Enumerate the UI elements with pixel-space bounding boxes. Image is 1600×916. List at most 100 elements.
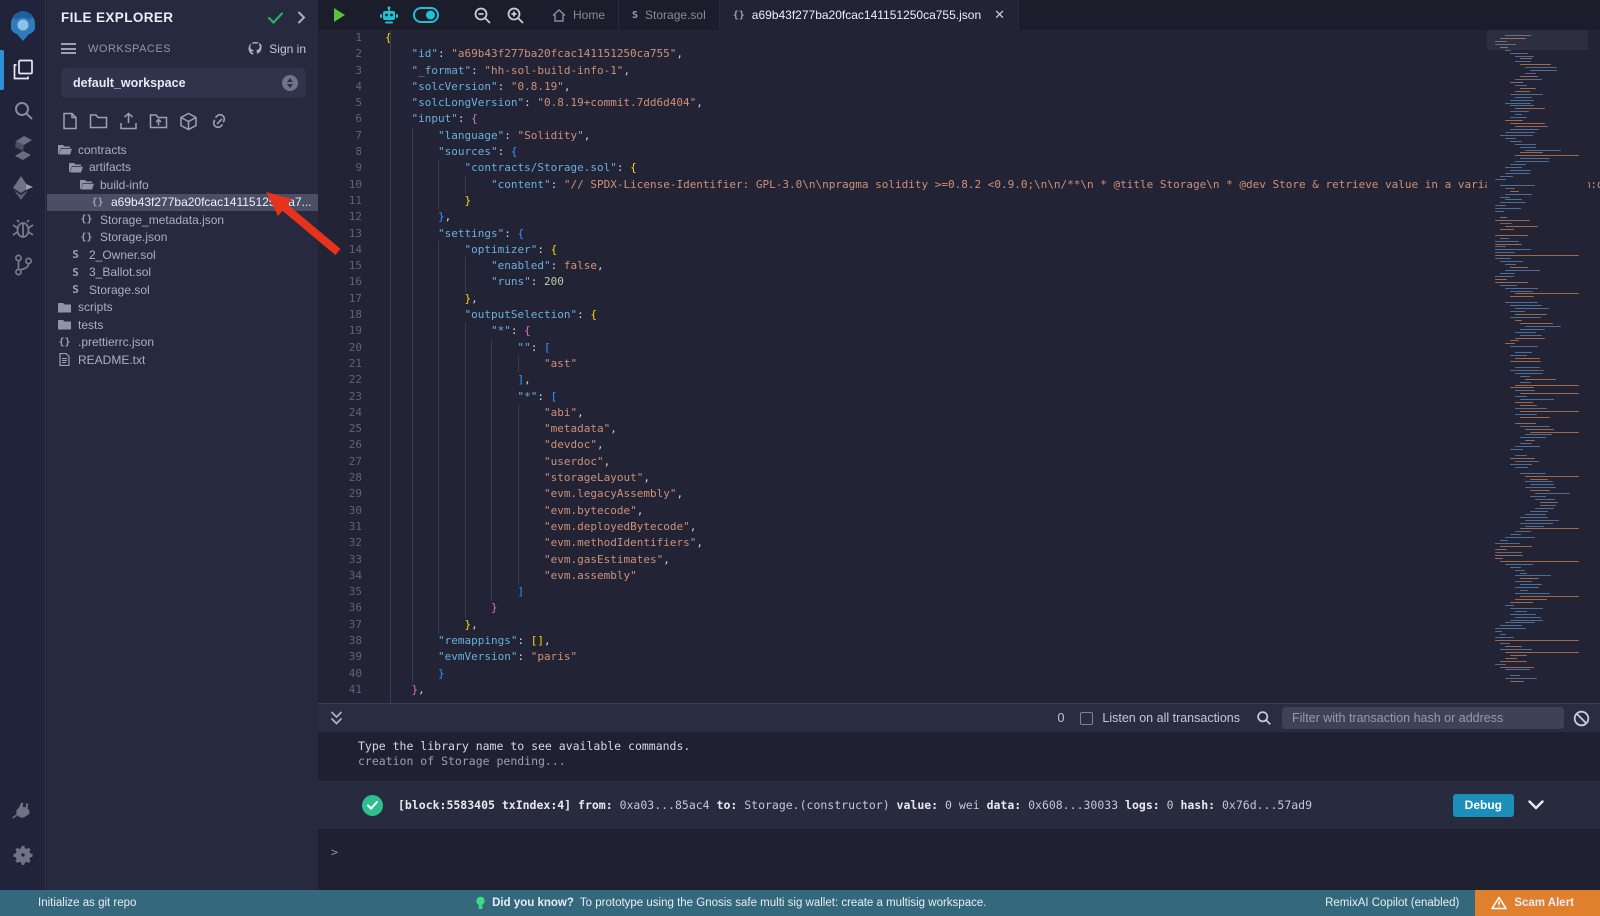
tx-success-check-icon xyxy=(362,795,383,816)
new-folder-icon[interactable] xyxy=(89,112,108,130)
line-number: 14 xyxy=(318,242,362,258)
code-line: 34 "evm.assembly" xyxy=(318,568,1600,584)
listen-all-transactions-checkbox[interactable] xyxy=(1080,712,1093,725)
close-tab-icon[interactable]: ✕ xyxy=(994,7,1005,23)
remix-logo-icon[interactable] xyxy=(0,8,46,46)
tree-item-label: .prettierrc.json xyxy=(78,335,154,349)
terminal[interactable]: Type the library name to see available c… xyxy=(318,732,1600,890)
minimap-viewport xyxy=(1487,30,1588,50)
copilot-status[interactable]: RemixAI Copilot (enabled) xyxy=(1325,897,1459,909)
line-content: }, xyxy=(385,618,478,631)
line-content: "devdoc", xyxy=(385,438,604,451)
line-number: 37 xyxy=(318,617,362,633)
solidity-icon: S xyxy=(632,10,638,21)
collapse-panel-chevron-icon[interactable] xyxy=(297,11,306,24)
tx-expand-chevron-icon[interactable] xyxy=(1528,800,1544,810)
github-sign-in[interactable]: Sign in xyxy=(247,41,306,56)
git-init-status[interactable]: Initialize as git repo xyxy=(38,897,136,909)
tree-item-build-info[interactable]: build-info xyxy=(47,176,318,194)
line-content: "evm.assembly" xyxy=(385,569,637,582)
new-file-icon[interactable] xyxy=(62,112,78,130)
upload-folder-icon[interactable] xyxy=(149,112,168,130)
zoom-in-icon[interactable] xyxy=(506,6,525,25)
debug-button[interactable]: Debug xyxy=(1453,794,1514,817)
zoom-out-icon[interactable] xyxy=(473,6,492,25)
tree-item-contracts[interactable]: contracts xyxy=(47,141,318,159)
line-number: 19 xyxy=(318,323,362,339)
link-import-icon[interactable] xyxy=(209,112,229,130)
transaction-filter-input[interactable] xyxy=(1282,707,1564,729)
code-line: 12 }, xyxy=(318,209,1600,225)
file-explorer-icon[interactable] xyxy=(0,52,46,86)
debugger-icon[interactable] xyxy=(0,212,46,246)
solidity-compiler-icon[interactable] xyxy=(0,131,46,165)
tree-item--prettierrc-json[interactable]: {}.prettierrc.json xyxy=(47,334,318,352)
code-editor[interactable]: 1{2 "id": "a69b43f277ba20fcac141151250ca… xyxy=(318,30,1600,703)
line-number: 4 xyxy=(318,79,362,95)
tree-item-label: a69b43f277ba20fcac141151250ca7... xyxy=(111,195,312,209)
code-line: 33 "evm.gasEstimates", xyxy=(318,552,1600,568)
line-content: ] xyxy=(385,585,524,598)
line-number: 17 xyxy=(318,291,362,307)
ai-copilot-toggle-icon[interactable] xyxy=(413,7,439,23)
terminal-header: 0 Listen on all transactions xyxy=(318,703,1600,732)
tree-item-storage-json[interactable]: {}Storage.json xyxy=(47,229,318,247)
line-number: 11 xyxy=(318,193,362,209)
minimap[interactable] xyxy=(1487,30,1588,703)
tree-item-artifacts[interactable]: artifacts xyxy=(47,159,318,177)
file-icon xyxy=(57,353,72,366)
tab-a69b43f277ba20fcac141151250ca755-json[interactable]: {}a69b43f277ba20fcac141151250ca755.json✕ xyxy=(720,0,1019,30)
tree-item-scripts[interactable]: scripts xyxy=(47,299,318,317)
clear-console-icon[interactable] xyxy=(1573,710,1590,727)
tree-item-storage-sol[interactable]: SStorage.sol xyxy=(47,281,318,299)
line-content: } xyxy=(385,601,498,614)
terminal-tx-count: 0 xyxy=(1057,711,1064,725)
line-content: "ast" xyxy=(385,357,577,370)
line-content: { xyxy=(385,31,392,44)
terminal-collapse-chevrons-icon[interactable] xyxy=(330,711,343,726)
tab-storage-sol[interactable]: SStorage.sol xyxy=(619,0,720,30)
deploy-run-icon[interactable] xyxy=(0,171,46,205)
scam-alert-badge[interactable]: Scam Alert xyxy=(1475,890,1600,916)
activity-bar xyxy=(0,0,46,890)
tab-bar: Home SStorage.sol{}a69b43f277ba20fcac1411… xyxy=(318,0,1600,30)
line-number: 22 xyxy=(318,372,362,388)
tab-home[interactable]: Home xyxy=(539,0,619,30)
code-line: 20 "": [ xyxy=(318,340,1600,356)
remixai-robot-icon[interactable] xyxy=(379,6,399,25)
transaction-log-row[interactable]: [block:5583405 txIndex:4] from: 0xa03...… xyxy=(318,781,1600,829)
upload-file-icon[interactable] xyxy=(119,112,138,130)
cube-ipfs-icon[interactable] xyxy=(179,112,198,131)
code-line: 32 "evm.methodIdentifiers", xyxy=(318,535,1600,551)
main-area: Home SStorage.sol{}a69b43f277ba20fcac1411… xyxy=(318,0,1600,890)
tree-item-storage-metadata-json[interactable]: {}Storage_metadata.json xyxy=(47,211,318,229)
terminal-search-icon[interactable] xyxy=(1256,710,1272,726)
tree-item-tests[interactable]: tests xyxy=(47,316,318,334)
workspace-ok-check-icon xyxy=(268,12,283,24)
code-line: 21 "ast" xyxy=(318,356,1600,372)
folder-closed-icon xyxy=(57,319,72,330)
code-line: 14 "optimizer": { xyxy=(318,242,1600,258)
code-line: 16 "runs": 200 xyxy=(318,274,1600,290)
workspace-select-arrows-icon xyxy=(282,75,298,91)
code-line: 18 "outputSelection": { xyxy=(318,307,1600,323)
tree-item-a69b43f277ba20fcac141151250ca7-[interactable]: {}a69b43f277ba20fcac141151250ca7... xyxy=(47,194,318,212)
workspace-select[interactable]: default_workspace xyxy=(61,68,306,98)
settings-gear-icon[interactable] xyxy=(0,838,46,872)
workspaces-label: WORKSPACES xyxy=(88,43,247,55)
tree-item-3-ballot-sol[interactable]: S3_Ballot.sol xyxy=(47,264,318,282)
tree-item-2-owner-sol[interactable]: S2_Owner.sol xyxy=(47,246,318,264)
git-icon[interactable] xyxy=(0,248,46,282)
tree-item-readme-txt[interactable]: README.txt xyxy=(47,351,318,369)
workspaces-menu-icon[interactable] xyxy=(61,43,76,54)
line-number: 1 xyxy=(318,30,362,46)
plugin-manager-icon[interactable] xyxy=(0,795,46,829)
run-script-play-icon[interactable] xyxy=(332,7,347,23)
terminal-message: Type the library name to see available c… xyxy=(358,739,1600,754)
line-number: 33 xyxy=(318,552,362,568)
search-icon[interactable] xyxy=(0,93,46,127)
terminal-prompt[interactable]: > xyxy=(331,845,338,859)
code-line: 24 "abi", xyxy=(318,405,1600,421)
tab-label: Home xyxy=(573,8,605,22)
line-number: 15 xyxy=(318,258,362,274)
